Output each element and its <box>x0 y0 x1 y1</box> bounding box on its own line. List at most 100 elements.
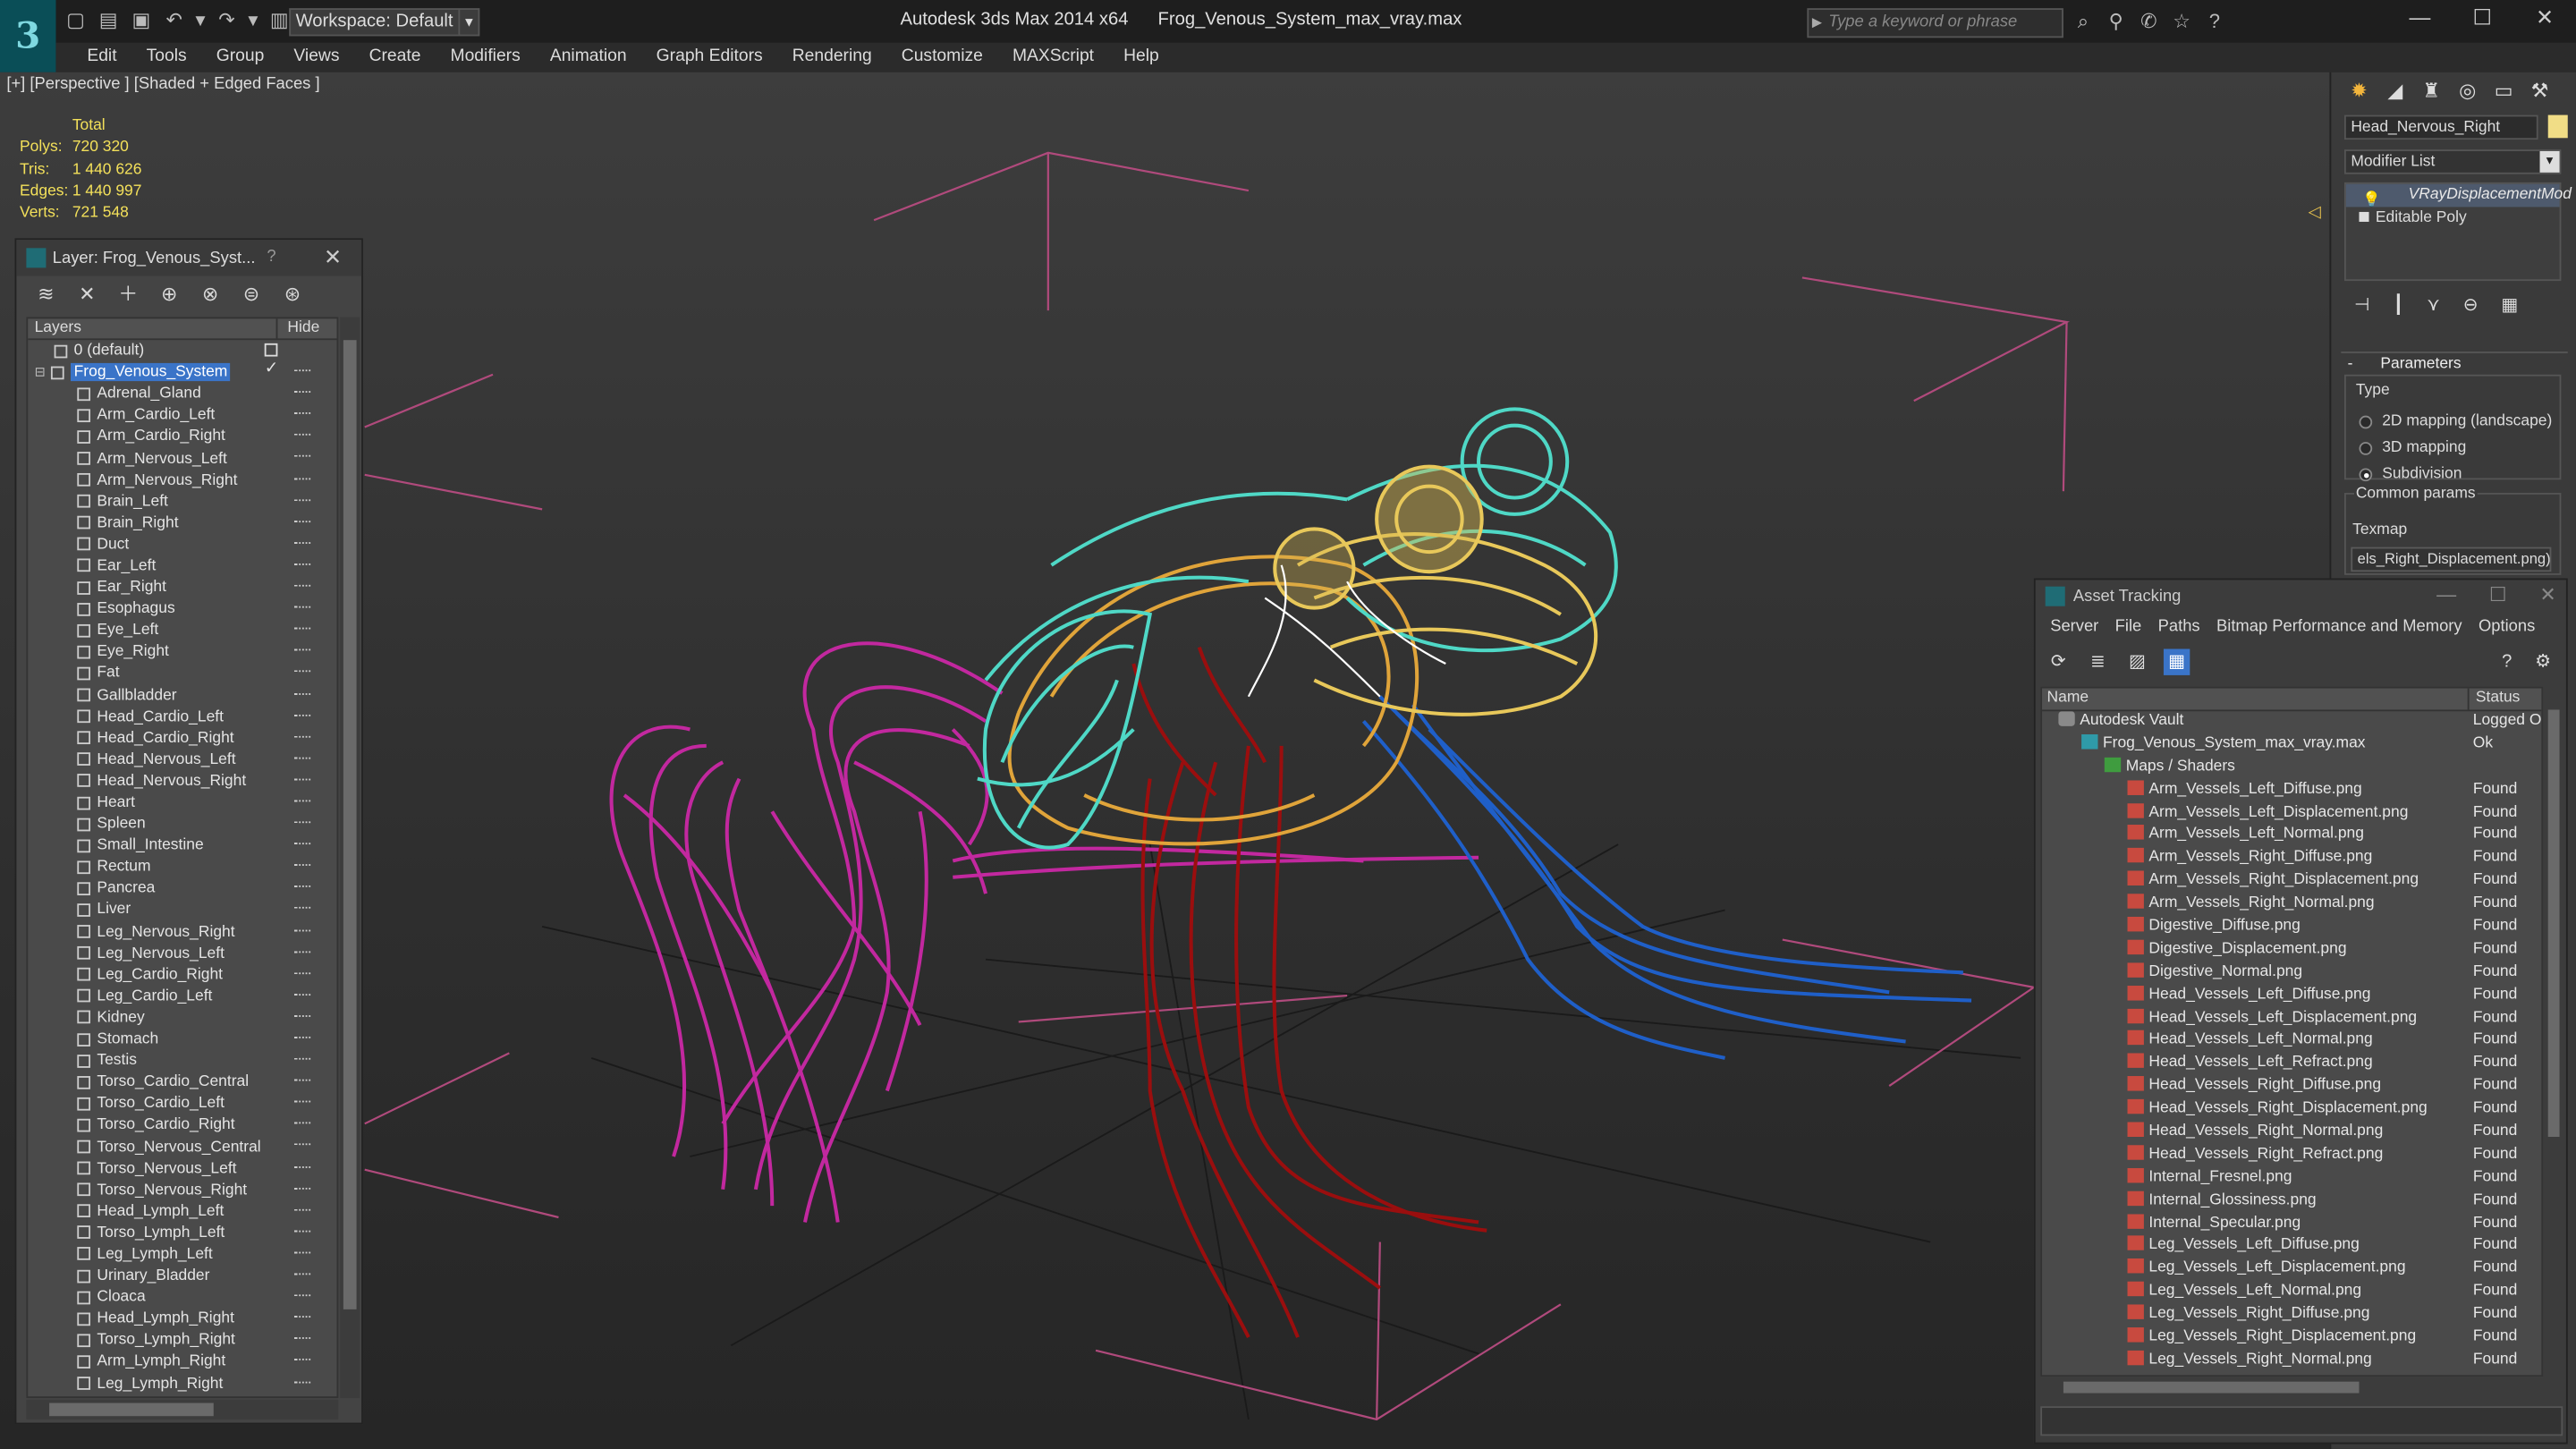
asset-row[interactable]: Head_Vessels_Left_Normal.png Found <box>2042 1030 2541 1054</box>
layer-row[interactable]: Ear_Left <box>28 555 336 577</box>
layer-row[interactable]: Arm_Cardio_Right <box>28 426 336 447</box>
close-icon[interactable]: ✕ <box>324 245 342 271</box>
layer-row[interactable]: Cloaca <box>28 1286 336 1308</box>
menu-item-maxscript[interactable]: MAXScript <box>997 43 1108 72</box>
layer-row[interactable]: Leg_Cardio_Left <box>28 986 336 1007</box>
layer-row[interactable]: Head_Lymph_Left <box>28 1200 336 1222</box>
workspace-dropdown[interactable]: Workspace: Default ▼ <box>289 8 480 37</box>
hide-toggle[interactable] <box>293 584 311 589</box>
hierarchy-tab-icon[interactable]: ♜ <box>2417 75 2446 105</box>
hide-toggle[interactable] <box>293 1080 311 1083</box>
hide-toggle[interactable] <box>293 1165 311 1169</box>
layer-row[interactable]: Heart <box>28 792 336 813</box>
collapse-icon[interactable]: ⊟ <box>35 365 48 380</box>
hide-toggle[interactable] <box>293 1187 311 1191</box>
layer-row[interactable]: Head_Cardio_Right <box>28 727 336 749</box>
layer-row[interactable]: Kidney <box>28 1007 336 1029</box>
asset-menu-server[interactable]: Server <box>2042 613 2106 642</box>
asset-row[interactable]: Leg_Vessels_Right_Displacement.png Found <box>2042 1327 2541 1351</box>
modifier-list-dropdown[interactable]: Modifier List ▼ <box>2343 149 2562 174</box>
asset-vertical-scrollbar[interactable] <box>2545 686 2563 1377</box>
help-icon[interactable]: ? <box>2201 8 2227 34</box>
hide-toggle[interactable] <box>293 971 311 976</box>
hide-toggle[interactable] <box>293 843 311 847</box>
menu-item-graph-editors[interactable]: Graph Editors <box>641 43 777 72</box>
table-view-icon[interactable]: ▦ <box>2163 648 2190 675</box>
hide-toggle[interactable] <box>293 714 311 717</box>
subscription-icon[interactable]: ⚲ <box>2103 8 2129 34</box>
layer-row[interactable]: Stomach <box>28 1029 336 1050</box>
asset-row[interactable]: Leg_Vessels_Right_Normal.png Found <box>2042 1350 2541 1374</box>
menu-item-group[interactable]: Group <box>201 43 279 72</box>
asset-path-field[interactable] <box>2040 1406 2563 1436</box>
layer-row[interactable]: Fat <box>28 663 336 684</box>
asset-row[interactable]: Head_Vessels_Right_Displacement.png Found <box>2042 1099 2541 1123</box>
hide-toggle[interactable] <box>293 412 311 417</box>
hide-toggle[interactable] <box>293 1380 311 1385</box>
layer-row[interactable]: Torso_Cardio_Left <box>28 1093 336 1114</box>
asset-menu-paths[interactable]: Paths <box>2149 613 2207 642</box>
menu-item-animation[interactable]: Animation <box>535 43 641 72</box>
stack-item-vray-displacement[interactable]: 💡 VRayDisplacementMod <box>2345 183 2572 208</box>
layer-panel-header[interactable]: Layer: Frog_Venous_Syst... ? ✕ <box>16 240 362 276</box>
hide-toggle[interactable] <box>293 757 311 760</box>
open-file-icon[interactable]: ▤ <box>96 6 122 32</box>
undo-icon[interactable]: ↶ <box>161 6 187 32</box>
layer-row[interactable]: Leg_Lymph_Left <box>28 1243 336 1265</box>
maximize-icon[interactable]: ☐ <box>2451 0 2513 39</box>
layer-row[interactable]: Small_Intestine <box>28 835 336 856</box>
column-layers[interactable]: Layers <box>28 318 278 339</box>
layer-row[interactable]: Arm_Lymph_Right <box>28 1352 336 1373</box>
refresh-icon[interactable]: ⟳ <box>2046 648 2072 674</box>
layer-vertical-scrollbar[interactable] <box>340 317 360 1399</box>
hide-toggle[interactable] <box>293 434 311 438</box>
stack-item-editable-poly[interactable]: Editable Poly <box>2346 207 2560 228</box>
redo-dropdown-icon[interactable]: ▾ <box>247 6 260 32</box>
column-name[interactable]: Name <box>2042 688 2470 710</box>
layer-row[interactable]: Head_Nervous_Right <box>28 770 336 792</box>
app-logo-button[interactable]: 3 <box>0 0 56 72</box>
layer-row[interactable]: Testis <box>28 1050 336 1072</box>
layer-row[interactable]: Torso_Nervous_Central <box>28 1136 336 1157</box>
layer-row[interactable]: Gallbladder <box>28 684 336 706</box>
asset-row[interactable]: Arm_Vessels_Left_Diffuse.png Found <box>2042 779 2541 803</box>
asset-row[interactable]: Digestive_Displacement.png Found <box>2042 939 2541 962</box>
viewport-label[interactable]: [+] [Perspective ] [Shaded + Edged Faces… <box>6 75 319 93</box>
layer-row[interactable]: Rectum <box>28 856 336 877</box>
configure-modifier-sets-icon[interactable]: ▦ <box>2501 294 2518 316</box>
hide-toggle[interactable] <box>293 886 311 890</box>
asset-window-header[interactable]: Asset Tracking — ☐ ✕ <box>2036 580 2566 613</box>
layer-row[interactable]: Torso_Cardio_Central <box>28 1072 336 1093</box>
hide-all-icon[interactable]: ⊜ <box>238 281 264 307</box>
layer-row[interactable]: Head_Nervous_Left <box>28 749 336 770</box>
menu-item-customize[interactable]: Customize <box>886 43 997 72</box>
menu-item-views[interactable]: Views <box>279 43 354 72</box>
asset-row[interactable]: Arm_Vessels_Right_Diffuse.png Found <box>2042 848 2541 871</box>
radio-subdivision[interactable]: Subdivision <box>2359 465 2462 483</box>
hide-toggle[interactable] <box>293 778 311 782</box>
layer-row[interactable]: Duct <box>28 534 336 555</box>
hide-toggle[interactable] <box>293 498 311 503</box>
close-icon[interactable]: ✕ <box>2539 583 2555 606</box>
hide-toggle[interactable] <box>293 1101 311 1105</box>
add-layer-icon[interactable]: ＋ <box>115 281 141 307</box>
make-unique-icon[interactable]: ⋎ <box>2427 294 2440 316</box>
help-icon[interactable]: ? <box>267 248 275 266</box>
layer-row[interactable]: Head_Cardio_Left <box>28 706 336 727</box>
menu-item-rendering[interactable]: Rendering <box>777 43 886 72</box>
communication-icon[interactable]: ✆ <box>2136 8 2162 34</box>
thumbnail-view-icon[interactable]: ▨ <box>2124 648 2150 674</box>
asset-row[interactable]: Leg_Vessels_Right_Diffuse.png Found <box>2042 1304 2541 1328</box>
binoculars-icon[interactable]: ⌕ <box>2070 8 2096 34</box>
settings-icon[interactable]: ⚙ <box>2530 648 2556 674</box>
hide-toggle[interactable] <box>293 928 311 933</box>
hide-toggle[interactable] <box>293 1251 311 1255</box>
display-tab-icon[interactable]: ▭ <box>2489 75 2519 105</box>
asset-row[interactable]: Digestive_Normal.png Found <box>2042 962 2541 986</box>
list-view-icon[interactable]: ≣ <box>2085 648 2111 674</box>
layer-row[interactable]: Brain_Right <box>28 513 336 534</box>
asset-row[interactable]: Arm_Vessels_Left_Normal.png Found <box>2042 825 2541 849</box>
hide-toggle[interactable] <box>293 563 311 567</box>
asset-row[interactable]: Autodesk Vault Logged Out <box>2042 711 2541 734</box>
asset-row[interactable]: Digestive_Diffuse.png Found <box>2042 916 2541 940</box>
